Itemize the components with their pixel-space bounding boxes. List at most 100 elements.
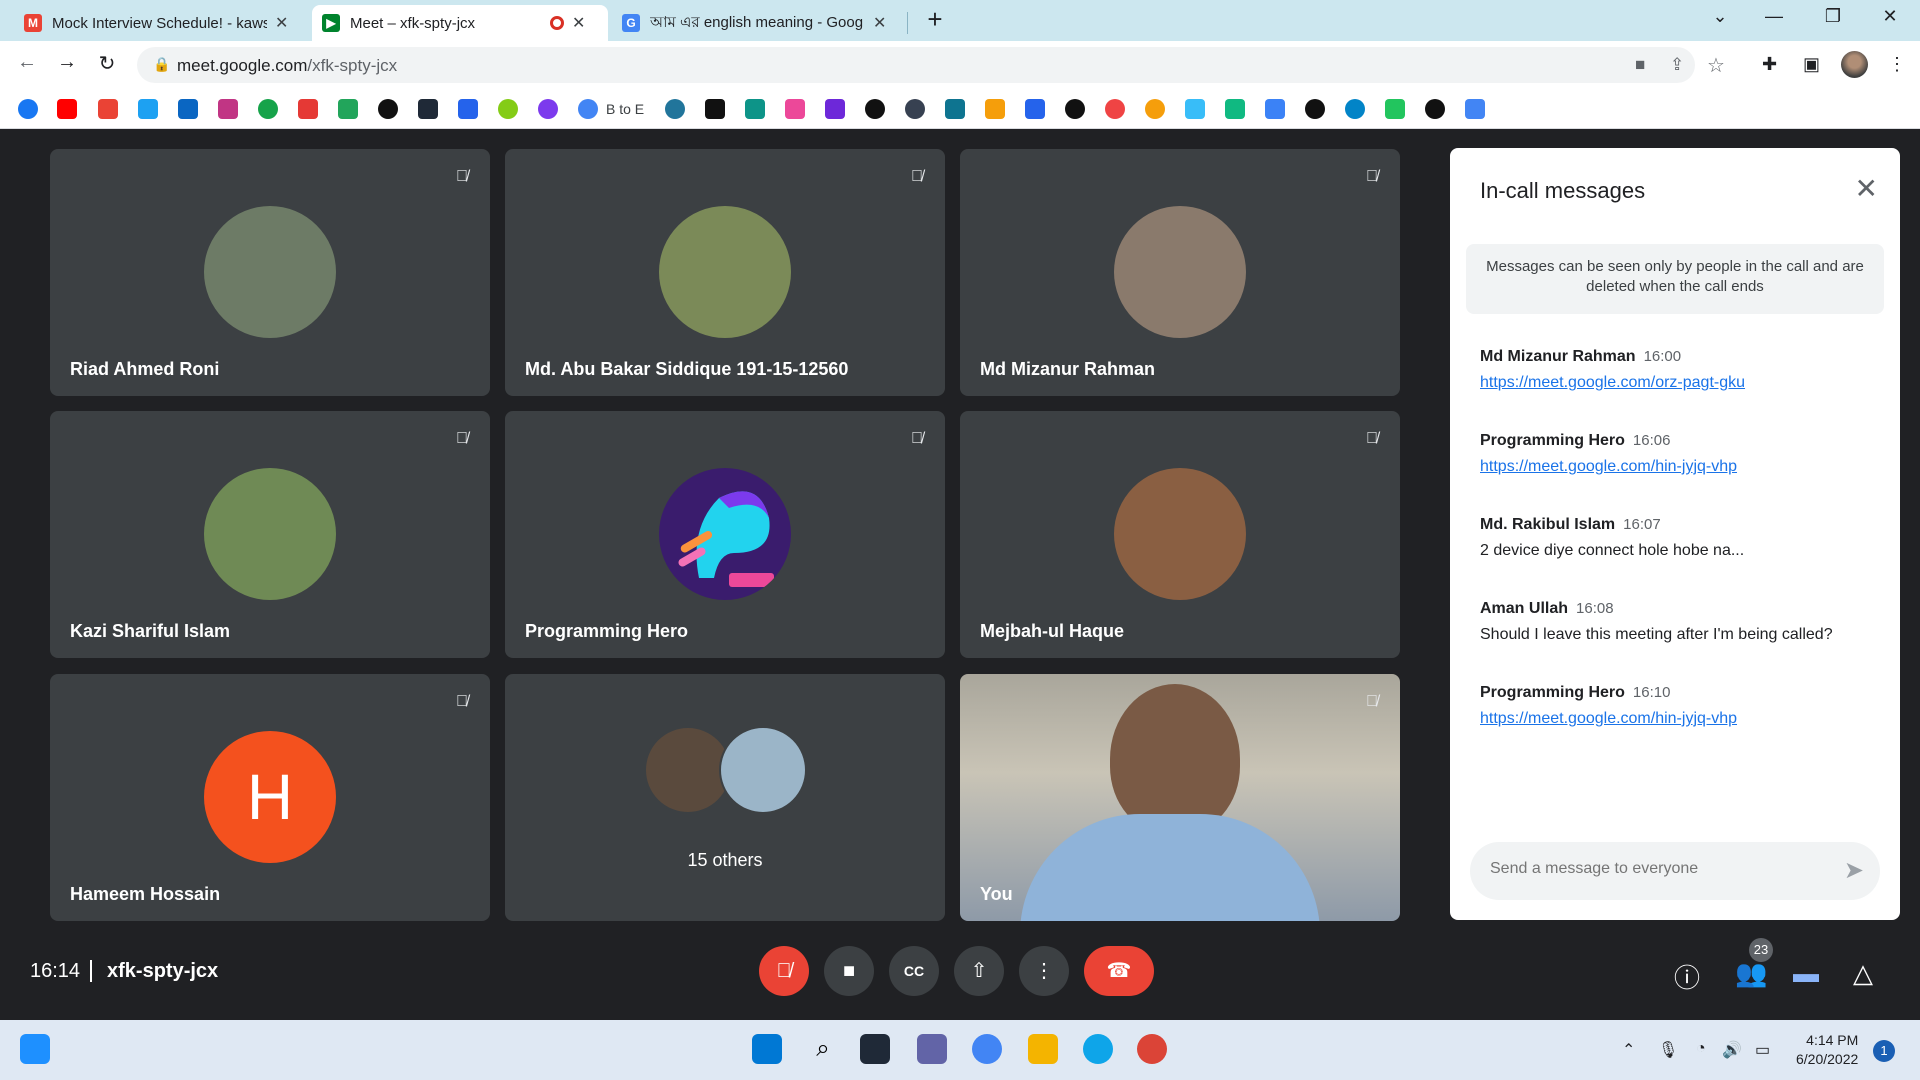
bookmark-icon[interactable] xyxy=(785,99,805,119)
participant-tile[interactable]: 🎙̸ H Hameem Hossain xyxy=(50,674,490,921)
system-clock[interactable]: 4:14 PM 6/20/2022 xyxy=(1796,1031,1858,1069)
side-panel-icon[interactable]: ▣ xyxy=(1803,54,1820,75)
star-icon[interactable]: ☆ xyxy=(1707,53,1725,78)
reload-button[interactable]: ↻ xyxy=(92,51,122,79)
people-icon[interactable]: 👥 xyxy=(1735,958,1767,989)
bookmark-icon[interactable] xyxy=(338,99,358,119)
bookmark-icon[interactable] xyxy=(538,99,558,119)
profile-avatar[interactable] xyxy=(1841,51,1868,78)
bookmark-icon[interactable] xyxy=(825,99,845,119)
captions-button[interactable]: CC xyxy=(889,946,939,996)
tab-gmail[interactable]: M Mock Interview Schedule! - kaws ✕ xyxy=(14,5,308,41)
self-video-tile[interactable]: 🎙̸ You xyxy=(960,674,1400,921)
edge-icon[interactable] xyxy=(1083,1034,1113,1064)
bookmark-b-to-e[interactable]: B to E xyxy=(606,101,644,117)
battery-icon[interactable]: ▭ xyxy=(1755,1040,1770,1060)
instagram-icon[interactable] xyxy=(218,99,238,119)
new-tab-button[interactable]: + xyxy=(915,4,955,35)
back-button[interactable]: ← xyxy=(12,51,42,79)
volume-icon[interactable]: 🔊 xyxy=(1722,1040,1742,1060)
chrome-icon[interactable] xyxy=(1137,1034,1167,1064)
bookmark-icon[interactable] xyxy=(258,99,278,119)
google-icon[interactable] xyxy=(578,99,598,119)
paw-icon[interactable] xyxy=(378,99,398,119)
more-options-button[interactable]: ⋮ xyxy=(1019,946,1069,996)
leave-call-button[interactable]: ☎ xyxy=(1084,946,1154,996)
close-window-button[interactable]: ✕ xyxy=(1870,6,1910,27)
wordpress-icon[interactable] xyxy=(665,99,685,119)
download-icon[interactable] xyxy=(298,99,318,119)
wifi-icon[interactable]: ◔ xyxy=(1696,1040,1706,1058)
chat-icon[interactable]: ▬ xyxy=(1793,958,1819,989)
others-tile[interactable]: 15 others xyxy=(505,674,945,921)
present-button[interactable]: ⇧ xyxy=(954,946,1004,996)
youtube-icon[interactable] xyxy=(57,99,77,119)
extensions-icon[interactable]: ✚ xyxy=(1762,54,1777,75)
camera-icon[interactable]: ■ xyxy=(1635,55,1645,75)
task-view-icon[interactable] xyxy=(860,1034,890,1064)
file-explorer-icon[interactable] xyxy=(1028,1034,1058,1064)
participant-tile[interactable]: 🎙̸ Programming Hero xyxy=(505,411,945,658)
github-icon[interactable] xyxy=(1425,99,1445,119)
participant-tile[interactable]: 🎙̸ Md Mizanur Rahman xyxy=(960,149,1400,396)
send-icon[interactable]: ➤ xyxy=(1844,856,1864,885)
info-icon[interactable]: ⓘ xyxy=(1674,958,1700,995)
firebase-icon[interactable] xyxy=(985,99,1005,119)
bookmark-icon[interactable] xyxy=(1025,99,1045,119)
participant-tile[interactable]: 🎙̸ Md. Abu Bakar Siddique 191-15-12560 xyxy=(505,149,945,396)
address-bar[interactable]: 🔒 meet.google.com/xfk-spty-jcx ■ ⇪ ☆ xyxy=(137,47,1725,83)
chevron-down-icon[interactable]: ⌄ xyxy=(1700,6,1740,27)
activities-icon[interactable]: △ xyxy=(1853,958,1873,989)
bookmark-icon[interactable] xyxy=(705,99,725,119)
teams-icon[interactable] xyxy=(917,1034,947,1064)
restore-button[interactable]: ❐ xyxy=(1813,6,1853,27)
bookmark-icon[interactable] xyxy=(418,99,438,119)
close-icon[interactable]: ✕ xyxy=(1855,172,1878,205)
tab-google[interactable]: G আম এর english meaning - Goog ✕ xyxy=(612,5,908,41)
bookmark-icon[interactable] xyxy=(1345,99,1365,119)
participant-tile[interactable]: 🎙̸ Riad Ahmed Roni xyxy=(50,149,490,396)
gmail-icon[interactable] xyxy=(98,99,118,119)
mic-off-button[interactable]: 🎙̸ xyxy=(759,946,809,996)
drive-icon[interactable] xyxy=(1385,99,1405,119)
participant-tile[interactable]: 🎙̸ Mejbah-ul Haque xyxy=(960,411,1400,658)
close-icon[interactable]: ✕ xyxy=(275,13,288,33)
message-link[interactable]: https://meet.google.com/hin-jyjq-vhp xyxy=(1480,458,1880,476)
close-icon[interactable]: ✕ xyxy=(873,13,886,33)
bookmark-icon[interactable] xyxy=(498,99,518,119)
twitter-icon[interactable] xyxy=(138,99,158,119)
bookmark-icon[interactable] xyxy=(1105,99,1125,119)
linkedin-icon[interactable] xyxy=(178,99,198,119)
bookmark-icon[interactable] xyxy=(745,99,765,119)
widgets-icon[interactable] xyxy=(20,1034,50,1064)
chrome-icon[interactable] xyxy=(972,1034,1002,1064)
share-icon[interactable]: ⇪ xyxy=(1670,55,1684,75)
github-icon[interactable] xyxy=(1305,99,1325,119)
microphone-icon[interactable]: 🎙 xyxy=(1658,1040,1678,1060)
forward-button[interactable]: → xyxy=(52,51,82,79)
notification-badge[interactable]: 1 xyxy=(1873,1040,1895,1062)
camera-button[interactable]: ■ xyxy=(824,946,874,996)
start-icon[interactable] xyxy=(752,1034,782,1064)
message-link[interactable]: https://meet.google.com/hin-jyjq-vhp xyxy=(1480,710,1880,728)
participant-tile[interactable]: 🎙̸ Kazi Shariful Islam xyxy=(50,411,490,658)
message-link[interactable]: https://meet.google.com/orz-pagt-gku xyxy=(1480,374,1880,392)
chevron-up-icon[interactable]: ⌃ xyxy=(1622,1040,1635,1060)
tailwind-icon[interactable] xyxy=(1185,99,1205,119)
bookmark-icon[interactable] xyxy=(1225,99,1245,119)
bookmark-icon[interactable] xyxy=(1065,99,1085,119)
tab-meet[interactable]: ▶ Meet – xfk-spty-jcx ✕ xyxy=(312,5,608,41)
search-icon[interactable]: ⌕ xyxy=(808,1034,838,1064)
close-icon[interactable]: ✕ xyxy=(572,13,585,33)
bookmark-icon[interactable] xyxy=(945,99,965,119)
minimize-button[interactable]: — xyxy=(1754,6,1794,27)
bookmark-icon[interactable] xyxy=(1145,99,1165,119)
bookmark-icon[interactable] xyxy=(458,99,478,119)
github-icon[interactable] xyxy=(865,99,885,119)
facebook-icon[interactable] xyxy=(18,99,38,119)
docs-icon[interactable] xyxy=(1465,99,1485,119)
bookmark-icon[interactable] xyxy=(905,99,925,119)
message-input[interactable] xyxy=(1490,860,1820,878)
bookmark-icon[interactable] xyxy=(1265,99,1285,119)
menu-icon[interactable]: ⋮ xyxy=(1888,54,1906,75)
